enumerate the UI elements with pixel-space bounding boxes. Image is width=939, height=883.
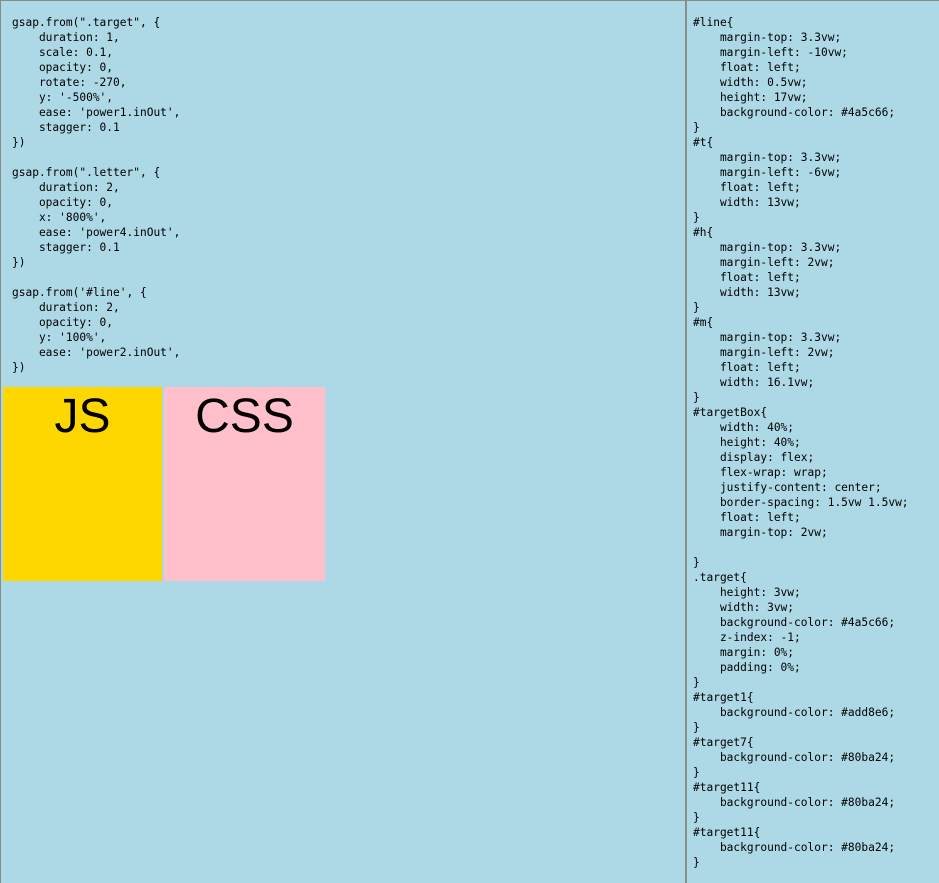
js-code-block[interactable]: gsap.from(".target", { duration: 1, scal… xyxy=(12,15,180,375)
js-box-label: JS xyxy=(54,390,111,443)
css-box: CSS xyxy=(164,387,325,581)
css-box-label: CSS xyxy=(195,390,294,443)
js-pane: gsap.from(".target", { duration: 1, scal… xyxy=(0,0,685,883)
css-pane: #line{ margin-top: 3.3vw; margin-left: -… xyxy=(687,0,939,883)
js-box: JS xyxy=(3,387,162,581)
css-code-block[interactable]: #line{ margin-top: 3.3vw; margin-left: -… xyxy=(693,15,909,870)
